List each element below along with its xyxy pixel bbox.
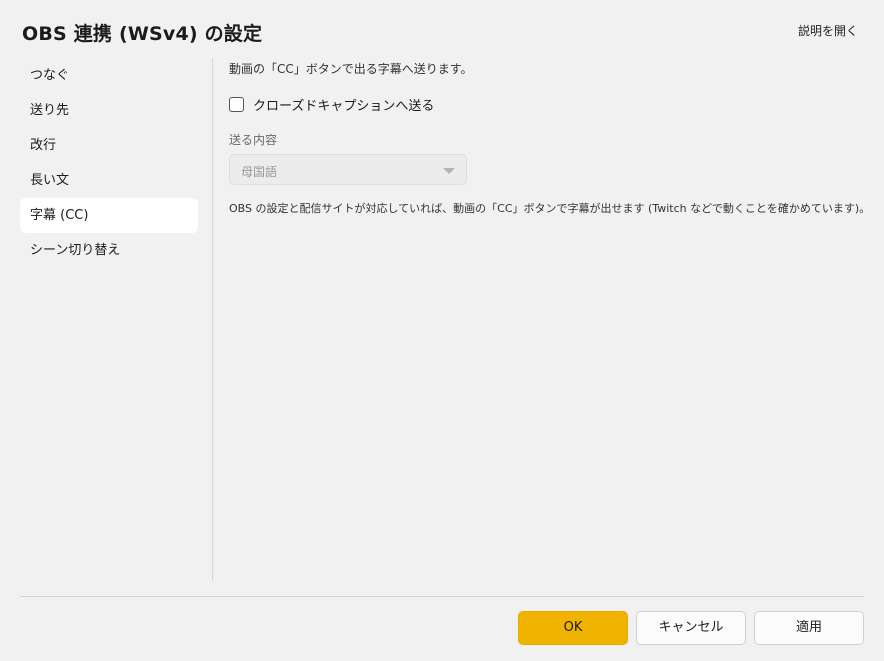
section-description: 動画の「CC」ボタンで出る字幕へ送ります。 [229,62,473,76]
sidebar-item-destination[interactable]: 送り先 [20,93,198,128]
apply-button[interactable]: 適用 [754,611,864,645]
settings-sidebar: つなぐ 送り先 改行 長い文 字幕 (CC) シーン切り替え [20,58,198,268]
footer-divider [20,596,864,597]
sidebar-item-long-text[interactable]: 長い文 [20,163,198,198]
settings-panel: 動画の「CC」ボタンで出る字幕へ送ります。 クローズドキャプションへ送る 送る内… [229,60,871,216]
send-content-label: 送る内容 [229,133,278,147]
send-content-select[interactable]: 母国語 [229,154,467,185]
sidebar-divider [212,58,213,581]
cancel-button[interactable]: キャンセル [636,611,746,645]
dialog-title: OBS 連携 (WSv4) の設定 [22,23,263,45]
compatibility-note: OBS の設定と配信サイトが対応していれば、動画の「CC」ボタンで字幕が出せます… [229,202,871,215]
sidebar-item-connect[interactable]: つなぐ [20,58,198,93]
send-content-value: 母国語 [241,165,278,179]
sidebar-item-captions[interactable]: 字幕 (CC) [20,198,198,233]
sidebar-item-line-break[interactable]: 改行 [20,128,198,163]
closed-caption-label: クローズドキャプションへ送る [253,99,435,114]
ok-button[interactable]: OK [518,611,628,645]
closed-caption-checkbox[interactable] [229,97,244,112]
open-help-link[interactable]: 説明を開く [798,22,858,39]
chevron-down-icon [443,168,455,174]
closed-caption-toggle[interactable]: クローズドキャプションへ送る [229,95,869,114]
sidebar-item-scene-switch[interactable]: シーン切り替え [20,233,198,268]
